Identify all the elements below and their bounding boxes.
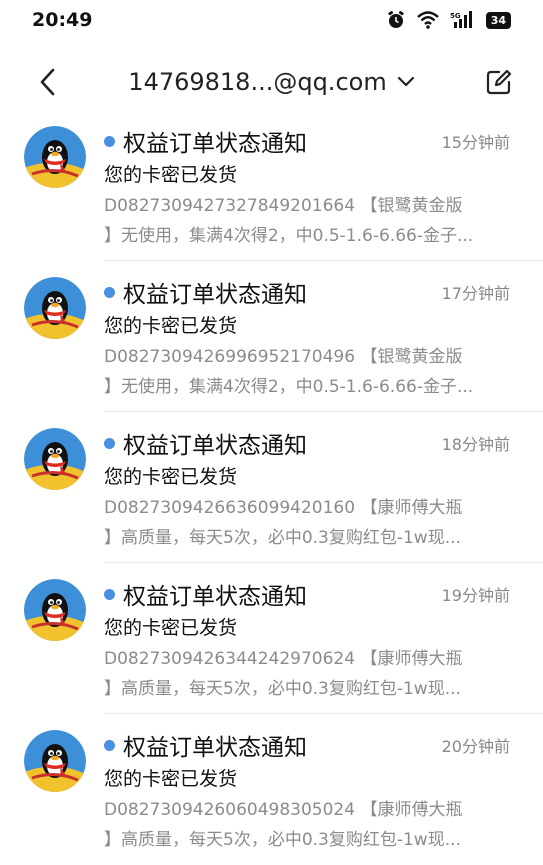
message-subject: 您的卡密已发货 (104, 164, 238, 186)
back-button[interactable] (28, 62, 68, 102)
message-preview-line: D0827309426060498305024 【康师傅大瓶 (104, 800, 463, 820)
message-time: 17分钟前 (441, 284, 510, 303)
wifi-icon (416, 10, 440, 30)
unread-dot-icon (104, 739, 115, 751)
message-content: 权益订单状态通知 17分钟前 您的卡密已发货 D0827309426996952… (104, 275, 510, 402)
alarm-icon (386, 10, 406, 30)
qq-penguin-avatar-icon (24, 579, 86, 641)
message-subject: 您的卡密已发货 (104, 617, 238, 639)
message-subject: 您的卡密已发货 (104, 315, 238, 337)
message-time: 20分钟前 (441, 737, 510, 756)
unread-dot-icon (104, 135, 115, 147)
message-content: 权益订单状态通知 20分钟前 您的卡密已发货 D0827309426060498… (104, 728, 510, 855)
message-sender: 权益订单状态通知 (123, 735, 307, 761)
sender-avatar (24, 579, 86, 641)
message-preview-line: D0827309427327849201664 【银鹭黄金版 (104, 196, 463, 216)
message-preview-line: D0827309426344242970624 【康师傅大瓶 (104, 649, 463, 669)
message-time: 18分钟前 (441, 435, 510, 454)
message-preview-line: 】高质量，每天5次，必中0.3复购红包-1w现... (104, 679, 461, 699)
message-list-item[interactable]: 权益订单状态通知 19分钟前 您的卡密已发货 D0827309426344242… (0, 563, 543, 714)
qq-penguin-avatar-icon (24, 428, 86, 490)
unread-dot-icon (104, 437, 115, 449)
qq-penguin-avatar-icon (24, 277, 86, 339)
message-preview-line: 】高质量，每天5次，必中0.3复购红包-1w现... (104, 830, 461, 850)
message-preview-line: 】无使用，集满4次得2，中0.5-1.6-6.66-金子... (104, 377, 474, 397)
status-time: 20:49 (32, 9, 93, 31)
message-preview: D0827309426996952170496 【银鹭黄金版 】无使用，集满4次… (104, 342, 510, 402)
compose-button[interactable] (479, 62, 519, 102)
sender-avatar (24, 277, 86, 339)
account-email: 14769818...@qq.com (128, 68, 387, 96)
message-list-item[interactable]: 权益订单状态通知 20分钟前 您的卡密已发货 D0827309426060498… (0, 714, 543, 865)
message-sender: 权益订单状态通知 (123, 584, 307, 610)
message-content: 权益订单状态通知 15分钟前 您的卡密已发货 D0827309427327849… (104, 124, 510, 251)
message-preview: D0827309426636099420160 【康师傅大瓶 】高质量，每天5次… (104, 493, 510, 553)
compose-icon (486, 69, 512, 95)
sender-avatar (24, 126, 86, 188)
back-arrow-icon (40, 68, 55, 96)
status-bar: 20:49 5G 34 (0, 0, 543, 40)
message-preview-line: D0827309426636099420160 【康师傅大瓶 (104, 498, 463, 518)
qq-penguin-avatar-icon (24, 126, 86, 188)
message-time: 15分钟前 (441, 133, 510, 152)
message-preview-line: D0827309426996952170496 【银鹭黄金版 (104, 347, 463, 367)
chevron-down-icon (397, 76, 414, 87)
message-list-item[interactable]: 权益订单状态通知 18分钟前 您的卡密已发货 D0827309426636099… (0, 412, 543, 563)
message-subject: 您的卡密已发货 (104, 466, 238, 488)
message-preview: D0827309426344242970624 【康师傅大瓶 】高质量，每天5次… (104, 644, 510, 704)
message-subject: 您的卡密已发货 (104, 768, 238, 790)
unread-dot-icon (104, 286, 115, 298)
message-sender: 权益订单状态通知 (123, 282, 307, 308)
message-content: 权益订单状态通知 18分钟前 您的卡密已发货 D0827309426636099… (104, 426, 510, 553)
message-preview: D0827309427327849201664 【银鹭黄金版 】无使用，集满4次… (104, 191, 510, 251)
sender-avatar (24, 428, 86, 490)
battery-indicator: 34 (485, 11, 511, 29)
signal-icon: 5G (450, 10, 476, 30)
message-list-item[interactable]: 权益订单状态通知 15分钟前 您的卡密已发货 D0827309427327849… (0, 110, 543, 261)
unread-dot-icon (104, 588, 115, 600)
sender-avatar (24, 730, 86, 792)
account-switcher[interactable]: 14769818...@qq.com (128, 68, 414, 96)
status-icons: 5G 34 (386, 10, 511, 30)
message-list-item[interactable]: 权益订单状态通知 17分钟前 您的卡密已发货 D0827309426996952… (0, 261, 543, 412)
message-sender: 权益订单状态通知 (123, 433, 307, 459)
message-sender: 权益订单状态通知 (123, 131, 307, 157)
message-preview-line: 】无使用，集满4次得2，中0.5-1.6-6.66-金子... (104, 226, 474, 246)
message-list: 权益订单状态通知 15分钟前 您的卡密已发货 D0827309427327849… (0, 110, 543, 865)
message-content: 权益订单状态通知 19分钟前 您的卡密已发货 D0827309426344242… (104, 577, 510, 704)
message-preview: D0827309426060498305024 【康师傅大瓶 】高质量，每天5次… (104, 795, 510, 855)
message-time: 19分钟前 (441, 586, 510, 605)
qq-penguin-avatar-icon (24, 730, 86, 792)
message-preview-line: 】高质量，每天5次，必中0.3复购红包-1w现... (104, 528, 461, 548)
svg-text:5G: 5G (450, 12, 461, 20)
